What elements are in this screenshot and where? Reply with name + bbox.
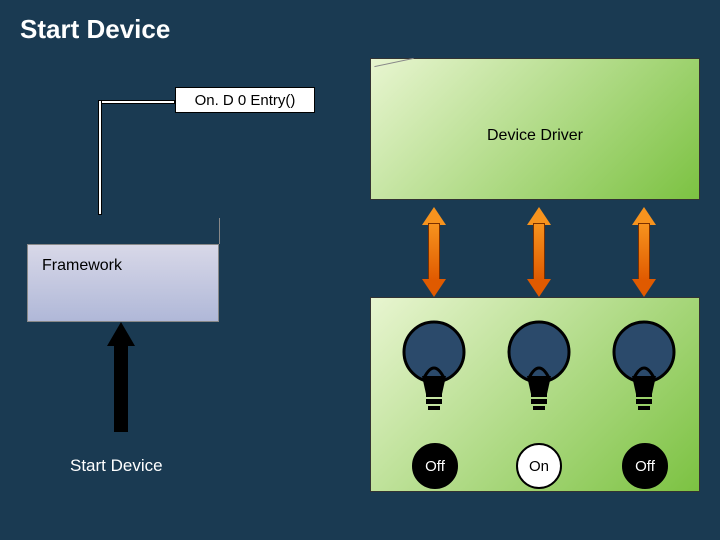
state-badge: Off	[412, 443, 458, 489]
page-title: Start Device	[20, 14, 170, 45]
state-label: Off	[425, 458, 445, 475]
device-driver-box: Device Driver	[370, 58, 700, 200]
bulb-icon	[612, 318, 676, 416]
double-arrow-icon	[422, 207, 446, 297]
framework-label: Framework	[42, 257, 122, 274]
state-badge: On	[516, 443, 562, 489]
callback-box: On. D 0 Entry()	[175, 87, 315, 113]
connector-horizontal	[98, 100, 175, 104]
framework-box: Framework	[27, 244, 219, 322]
state-label: Off	[635, 458, 655, 475]
state-badge: Off	[622, 443, 668, 489]
decorative-line	[374, 58, 413, 67]
connector-vertical	[98, 100, 102, 215]
device-driver-label: Device Driver	[487, 127, 583, 145]
start-device-label: Start Device	[70, 456, 163, 476]
arrow-up-icon	[107, 322, 135, 432]
callback-label: On. D 0 Entry()	[195, 92, 296, 109]
decorative-edge	[219, 218, 220, 244]
double-arrow-icon	[632, 207, 656, 297]
bulb-icon	[507, 318, 571, 416]
bulb-icon	[402, 318, 466, 416]
state-label: On	[529, 458, 549, 475]
double-arrow-icon	[527, 207, 551, 297]
